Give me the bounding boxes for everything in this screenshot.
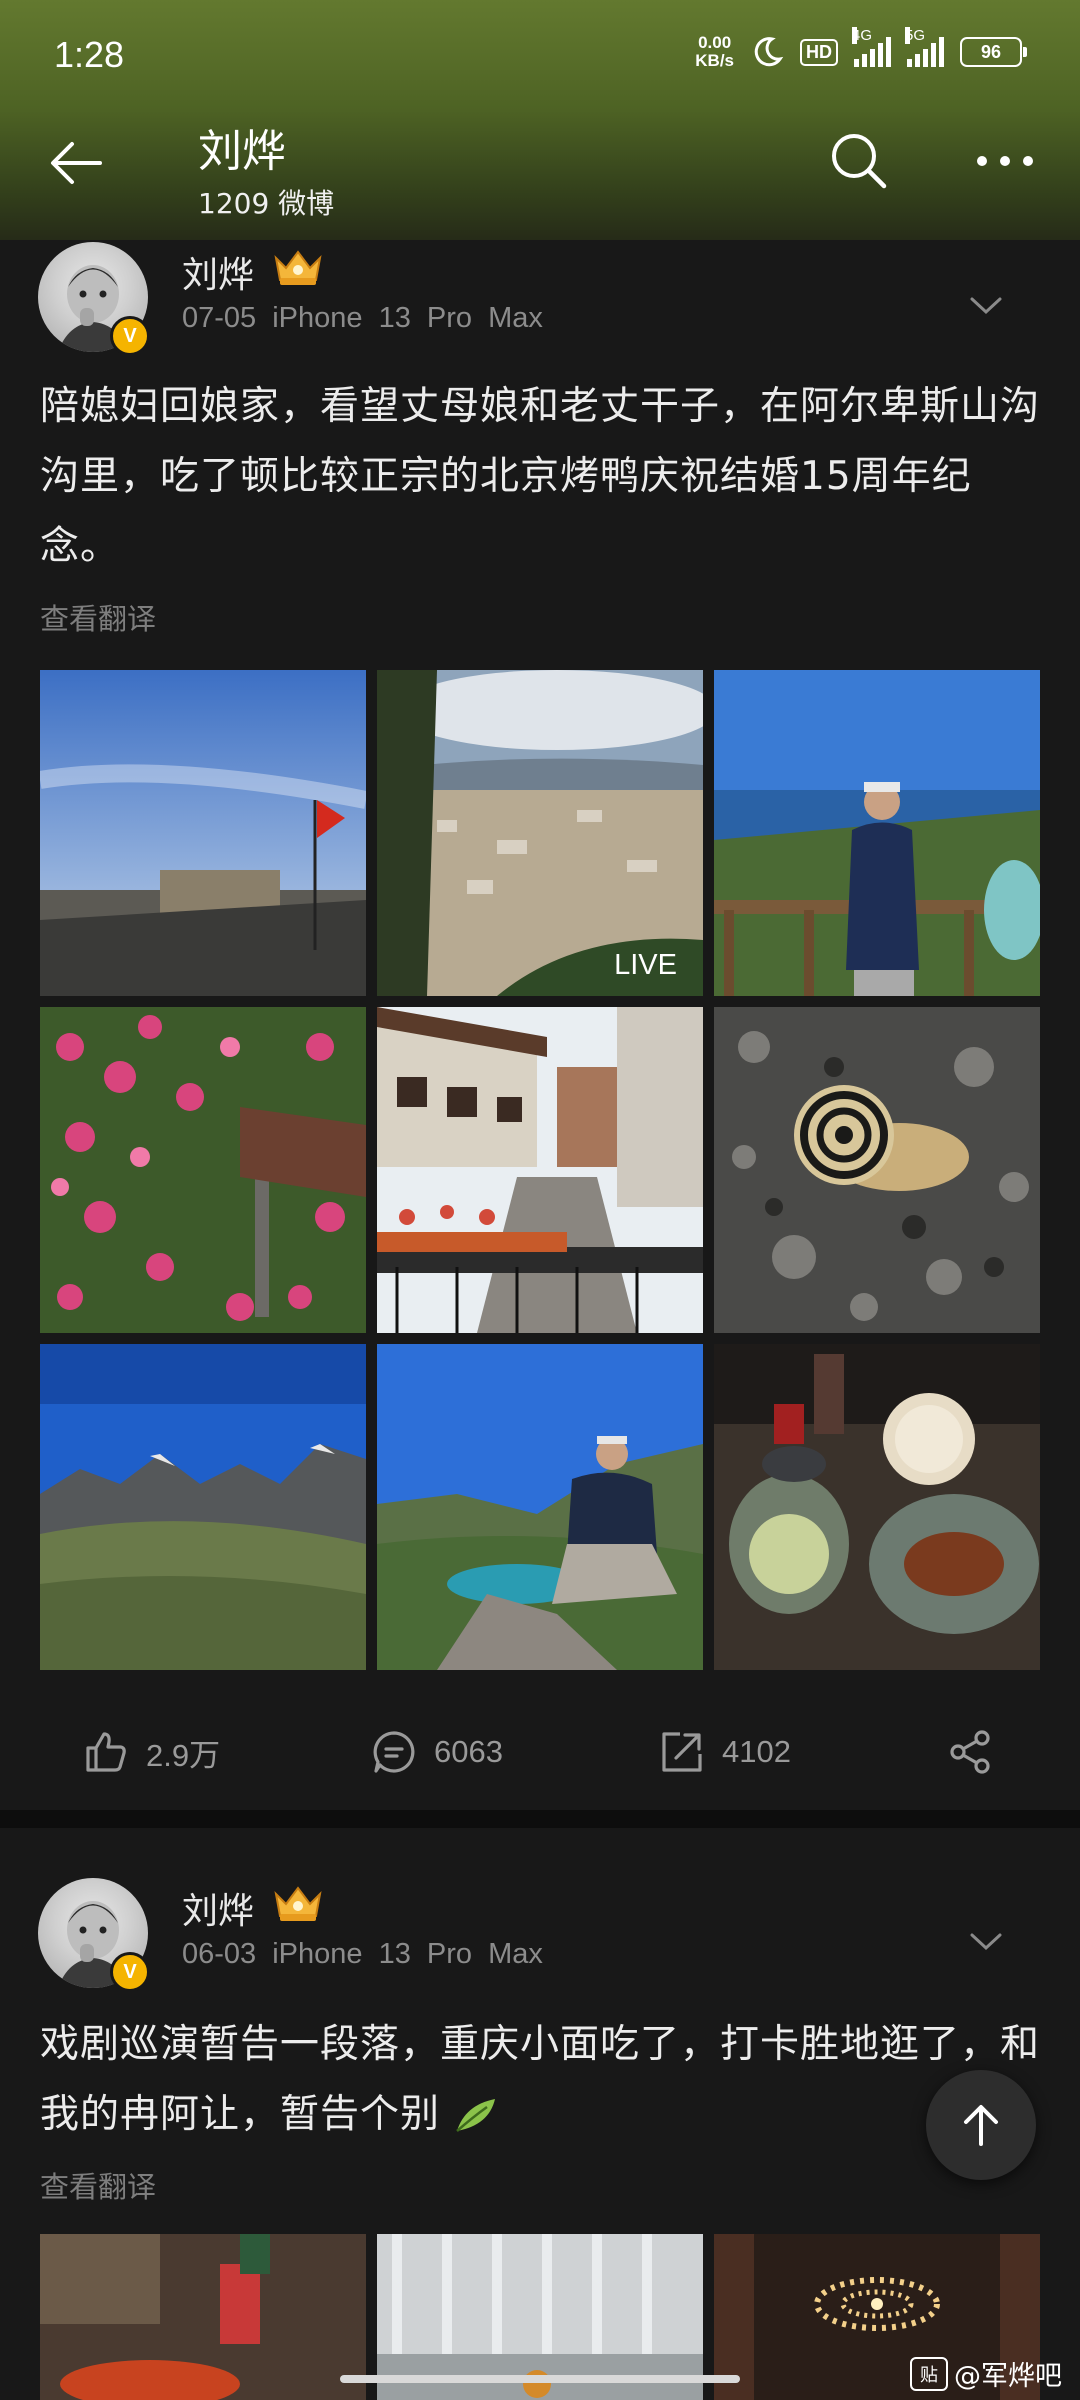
photo-flowers-sign[interactable] — [40, 1007, 366, 1333]
post-text: 戏剧巡演暂告一段落，重庆小面吃了，打卡胜地逛了，和我的冉阿让，暂告个别 — [40, 2010, 1040, 2150]
chevron-down-icon[interactable] — [966, 1926, 1006, 1956]
photo-city-view[interactable]: LIVE — [377, 670, 703, 996]
like-count: 2.9万 — [146, 1737, 221, 1773]
net-speed: 0.00 KB/s — [695, 34, 734, 70]
photo-drinks[interactable] — [40, 2234, 366, 2400]
arrow-up-icon — [964, 2105, 998, 2146]
repost-icon — [662, 1732, 702, 1772]
repost-count: 4102 — [722, 1734, 791, 1769]
verified-badge-icon: V — [110, 1952, 150, 1992]
post-text: 陪媳妇回娘家，看望丈母娘和老丈干子，在阿尔卑斯山沟沟里，吃了顿比较正宗的北京烤鸭… — [40, 384, 1041, 569]
search-icon[interactable] — [826, 128, 892, 194]
comment-icon — [373, 1731, 415, 1773]
watermark: 贴 @军烨吧 — [910, 2354, 1062, 2393]
post-meta: 06-03 iPhone 13 Pro Max — [182, 1938, 543, 1971]
watermark-text: @军烨吧 — [954, 2361, 1062, 2392]
photo-man-coast[interactable] — [714, 670, 1040, 996]
post-date: 07-05 — [182, 302, 257, 334]
translate-link[interactable]: 查看翻译 — [40, 596, 156, 638]
repost-button[interactable]: 4102 — [658, 1728, 791, 1776]
post-card[interactable]: V 刘烨 07-05 iPhone 13 Pro Max 陪媳妇回娘家，看望丈母… — [0, 240, 1080, 1810]
back-arrow-icon[interactable] — [44, 130, 110, 196]
status-bar: 1:28 0.00 KB/s HD 4G 5G 96 — [0, 0, 1080, 110]
post-count: 1209 微博 — [198, 187, 335, 220]
photo-man-lake[interactable] — [377, 1344, 703, 1670]
live-photo-label: LIVE — [614, 949, 677, 981]
chevron-down-icon[interactable] — [966, 290, 1006, 320]
post-divider — [0, 1810, 1080, 1828]
sim2-label: 5G — [905, 27, 926, 44]
translate-link[interactable]: 查看翻译 — [40, 2164, 156, 2206]
comment-button[interactable]: 6063 — [370, 1728, 503, 1776]
post-date: 06-03 — [182, 1938, 257, 1970]
leaf-emoji-icon — [456, 2099, 496, 2132]
battery-level: 96 — [980, 41, 1002, 62]
share-icon — [950, 1730, 990, 1774]
crown-badge-icon — [274, 250, 322, 285]
signal-5g-icon: 5G — [905, 27, 944, 67]
photo-mountains[interactable] — [40, 1344, 366, 1670]
photo-dinner-table[interactable] — [714, 1344, 1040, 1670]
verified-badge-icon: V — [110, 316, 150, 356]
hd-icon: HD — [800, 38, 838, 66]
status-icons: 0.00 KB/s HD 4G 5G 96 — [695, 27, 1027, 70]
page-title: 刘烨 — [198, 126, 286, 177]
battery-icon: 96 — [960, 37, 1027, 67]
comment-count: 6063 — [434, 1734, 503, 1769]
more-options-icon[interactable] — [970, 128, 1040, 194]
tieba-logo-icon: 贴 — [910, 2356, 948, 2391]
photo-village-street[interactable] — [377, 1007, 703, 1333]
signal-4g-icon: 4G — [852, 27, 891, 67]
username[interactable]: 刘烨 — [182, 246, 254, 298]
share-button[interactable] — [946, 1728, 994, 1776]
post-meta: 07-05 iPhone 13 Pro Max — [182, 302, 543, 335]
net-speed-value: 0.00 — [698, 33, 732, 52]
top-header: 1:28 0.00 KB/s HD 4G 5G 96 刘烨 1209 微博 — [0, 0, 1080, 240]
net-speed-unit: KB/s — [695, 51, 734, 70]
post-text-content: 戏剧巡演暂告一段落，重庆小面吃了，打卡胜地逛了，和我的冉阿让，暂告个别 — [40, 2022, 1041, 2137]
status-time: 1:28 — [54, 34, 125, 75]
home-indicator[interactable] — [340, 2375, 740, 2383]
sim1-label: 4G — [852, 27, 873, 44]
post-device: iPhone 13 Pro Max — [272, 1938, 543, 1970]
like-button[interactable]: 2.9万 — [82, 1728, 220, 1776]
username[interactable]: 刘烨 — [182, 1882, 254, 1934]
action-bar: 2.9万 6063 4102 — [0, 1710, 1080, 1810]
photo-flag-terrace[interactable] — [40, 670, 366, 996]
thumbs-up-icon — [86, 1732, 126, 1772]
post-card[interactable]: V 刘烨 06-03 iPhone 13 Pro Max 戏剧巡演暂告一段落，重… — [0, 1828, 1080, 2400]
crown-badge-icon — [274, 1886, 322, 1921]
photo-snail[interactable] — [714, 1007, 1040, 1333]
scroll-to-top-button[interactable] — [926, 2070, 1036, 2180]
moon-icon — [754, 37, 784, 67]
post-device: iPhone 13 Pro Max — [272, 302, 543, 334]
